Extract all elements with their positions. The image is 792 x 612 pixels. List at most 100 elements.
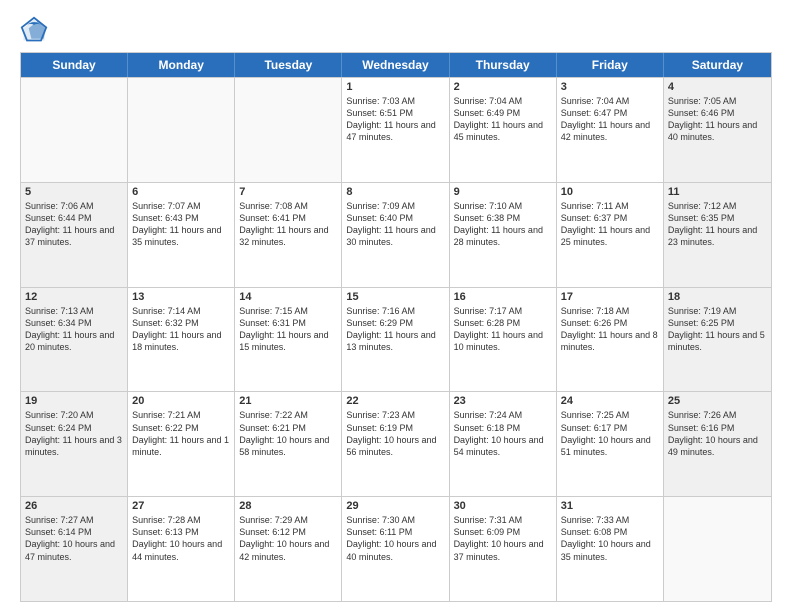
day-info: Sunrise: 7:26 AMSunset: 6:16 PMDaylight:… [668, 409, 767, 458]
day-info: Sunrise: 7:20 AMSunset: 6:24 PMDaylight:… [25, 409, 123, 458]
calendar-cell: 6 Sunrise: 7:07 AMSunset: 6:43 PMDaylight… [128, 183, 235, 287]
day-info: Sunrise: 7:31 AMSunset: 6:09 PMDaylight:… [454, 514, 552, 563]
day-info: Sunrise: 7:11 AMSunset: 6:37 PMDaylight:… [561, 200, 659, 249]
day-number: 28 [239, 500, 337, 512]
calendar-cell: 10 Sunrise: 7:11 AMSunset: 6:37 PMDayligh… [557, 183, 664, 287]
calendar-cell [235, 78, 342, 182]
calendar-cell: 21 Sunrise: 7:22 AMSunset: 6:21 PMDayligh… [235, 392, 342, 496]
day-info: Sunrise: 7:15 AMSunset: 6:31 PMDaylight:… [239, 305, 337, 354]
calendar-cell: 30 Sunrise: 7:31 AMSunset: 6:09 PMDayligh… [450, 497, 557, 601]
day-info: Sunrise: 7:33 AMSunset: 6:08 PMDaylight:… [561, 514, 659, 563]
day-info: Sunrise: 7:08 AMSunset: 6:41 PMDaylight:… [239, 200, 337, 249]
day-info: Sunrise: 7:25 AMSunset: 6:17 PMDaylight:… [561, 409, 659, 458]
day-number: 10 [561, 186, 659, 198]
day-number: 15 [346, 291, 444, 303]
calendar-header-cell-wednesday: Wednesday [342, 53, 449, 77]
calendar-cell: 3Sunrise: 7:04 AMSunset: 6:47 PMDaylight… [557, 78, 664, 182]
calendar-header-cell-tuesday: Tuesday [235, 53, 342, 77]
day-info: Sunrise: 7:04 AMSunset: 6:47 PMDaylight:… [561, 95, 659, 144]
page: SundayMondayTuesdayWednesdayThursdayFrid… [0, 0, 792, 612]
day-number: 9 [454, 186, 552, 198]
calendar-week-3: 12 Sunrise: 7:13 AMSunset: 6:34 PMDayligh… [21, 287, 771, 392]
calendar-cell: 13Sunrise: 7:14 AMSunset: 6:32 PMDayligh… [128, 288, 235, 392]
calendar-cell: 9 Sunrise: 7:10 AMSunset: 6:38 PMDaylight… [450, 183, 557, 287]
calendar-cell: 17 Sunrise: 7:18 AMSunset: 6:26 PMDayligh… [557, 288, 664, 392]
day-number: 29 [346, 500, 444, 512]
calendar-cell: 27 Sunrise: 7:28 AMSunset: 6:13 PMDayligh… [128, 497, 235, 601]
calendar-week-2: 5 Sunrise: 7:06 AMSunset: 6:44 PMDaylight… [21, 182, 771, 287]
day-number: 11 [668, 186, 767, 198]
calendar-week-4: 19 Sunrise: 7:20 AMSunset: 6:24 PMDayligh… [21, 391, 771, 496]
day-info: Sunrise: 7:06 AMSunset: 6:44 PMDaylight:… [25, 200, 123, 249]
day-info: Sunrise: 7:28 AMSunset: 6:13 PMDaylight:… [132, 514, 230, 563]
day-info: Sunrise: 7:30 AMSunset: 6:11 PMDaylight:… [346, 514, 444, 563]
day-info: Sunrise: 7:19 AMSunset: 6:25 PMDaylight:… [668, 305, 767, 354]
day-number: 7 [239, 186, 337, 198]
day-number: 24 [561, 395, 659, 407]
day-number: 19 [25, 395, 123, 407]
day-number: 17 [561, 291, 659, 303]
calendar-cell: 8Sunrise: 7:09 AMSunset: 6:40 PMDaylight… [342, 183, 449, 287]
day-info: Sunrise: 7:21 AMSunset: 6:22 PMDaylight:… [132, 409, 230, 458]
day-number: 6 [132, 186, 230, 198]
calendar-cell: 12 Sunrise: 7:13 AMSunset: 6:34 PMDayligh… [21, 288, 128, 392]
logo-icon [20, 16, 48, 44]
calendar-header-cell-monday: Monday [128, 53, 235, 77]
day-info: Sunrise: 7:13 AMSunset: 6:34 PMDaylight:… [25, 305, 123, 354]
calendar-cell: 11Sunrise: 7:12 AMSunset: 6:35 PMDayligh… [664, 183, 771, 287]
calendar-cell: 7 Sunrise: 7:08 AMSunset: 6:41 PMDaylight… [235, 183, 342, 287]
day-info: Sunrise: 7:16 AMSunset: 6:29 PMDaylight:… [346, 305, 444, 354]
calendar-cell: 20 Sunrise: 7:21 AMSunset: 6:22 PMDayligh… [128, 392, 235, 496]
calendar-cell: 14Sunrise: 7:15 AMSunset: 6:31 PMDayligh… [235, 288, 342, 392]
calendar-cell: 24 Sunrise: 7:25 AMSunset: 6:17 PMDayligh… [557, 392, 664, 496]
day-number: 22 [346, 395, 444, 407]
calendar-cell [664, 497, 771, 601]
calendar-cell: 22Sunrise: 7:23 AMSunset: 6:19 PMDayligh… [342, 392, 449, 496]
header [20, 16, 772, 44]
calendar-header-row: SundayMondayTuesdayWednesdayThursdayFrid… [21, 53, 771, 77]
day-number: 8 [346, 186, 444, 198]
calendar-cell [21, 78, 128, 182]
day-number: 2 [454, 81, 552, 93]
calendar-week-1: 1 Sunrise: 7:03 AMSunset: 6:51 PMDaylight… [21, 77, 771, 182]
day-info: Sunrise: 7:17 AMSunset: 6:28 PMDaylight:… [454, 305, 552, 354]
calendar-header-cell-saturday: Saturday [664, 53, 771, 77]
day-info: Sunrise: 7:27 AMSunset: 6:14 PMDaylight:… [25, 514, 123, 563]
day-number: 25 [668, 395, 767, 407]
calendar-body: 1 Sunrise: 7:03 AMSunset: 6:51 PMDaylight… [21, 77, 771, 601]
day-number: 16 [454, 291, 552, 303]
day-number: 5 [25, 186, 123, 198]
day-info: Sunrise: 7:24 AMSunset: 6:18 PMDaylight:… [454, 409, 552, 458]
day-info: Sunrise: 7:03 AMSunset: 6:51 PMDaylight:… [346, 95, 444, 144]
day-info: Sunrise: 7:07 AMSunset: 6:43 PMDaylight:… [132, 200, 230, 249]
day-number: 23 [454, 395, 552, 407]
calendar-cell [128, 78, 235, 182]
day-number: 27 [132, 500, 230, 512]
calendar-cell: 23 Sunrise: 7:24 AMSunset: 6:18 PMDayligh… [450, 392, 557, 496]
day-number: 26 [25, 500, 123, 512]
day-number: 1 [346, 81, 444, 93]
day-info: Sunrise: 7:10 AMSunset: 6:38 PMDaylight:… [454, 200, 552, 249]
day-info: Sunrise: 7:05 AMSunset: 6:46 PMDaylight:… [668, 95, 767, 144]
logo [20, 16, 52, 44]
calendar-header-cell-friday: Friday [557, 53, 664, 77]
day-number: 12 [25, 291, 123, 303]
calendar-cell: 5 Sunrise: 7:06 AMSunset: 6:44 PMDaylight… [21, 183, 128, 287]
day-info: Sunrise: 7:22 AMSunset: 6:21 PMDaylight:… [239, 409, 337, 458]
day-number: 21 [239, 395, 337, 407]
day-number: 18 [668, 291, 767, 303]
calendar-header-cell-thursday: Thursday [450, 53, 557, 77]
calendar-week-5: 26 Sunrise: 7:27 AMSunset: 6:14 PMDayligh… [21, 496, 771, 601]
calendar-cell: 26 Sunrise: 7:27 AMSunset: 6:14 PMDayligh… [21, 497, 128, 601]
day-number: 20 [132, 395, 230, 407]
day-number: 4 [668, 81, 767, 93]
calendar-cell: 4 Sunrise: 7:05 AMSunset: 6:46 PMDaylight… [664, 78, 771, 182]
calendar: SundayMondayTuesdayWednesdayThursdayFrid… [20, 52, 772, 602]
calendar-cell: 18 Sunrise: 7:19 AMSunset: 6:25 PMDayligh… [664, 288, 771, 392]
day-number: 30 [454, 500, 552, 512]
calendar-cell: 28Sunrise: 7:29 AMSunset: 6:12 PMDayligh… [235, 497, 342, 601]
day-number: 31 [561, 500, 659, 512]
calendar-cell: 29 Sunrise: 7:30 AMSunset: 6:11 PMDayligh… [342, 497, 449, 601]
day-info: Sunrise: 7:18 AMSunset: 6:26 PMDaylight:… [561, 305, 659, 354]
day-info: Sunrise: 7:04 AMSunset: 6:49 PMDaylight:… [454, 95, 552, 144]
